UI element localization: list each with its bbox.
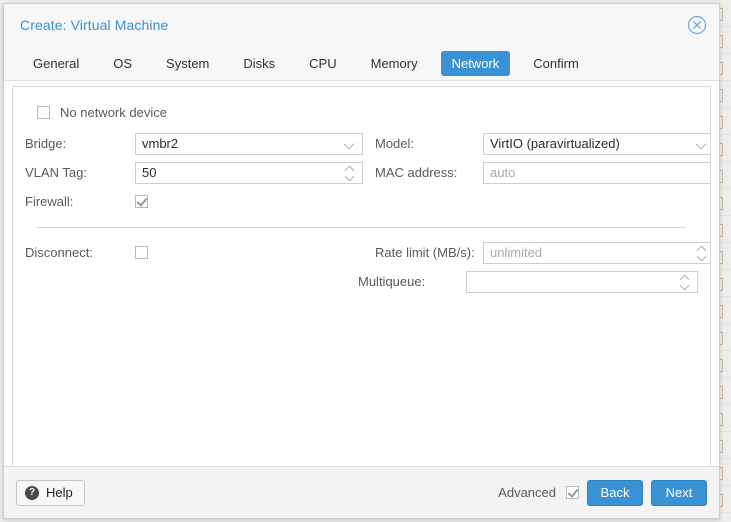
- spinner-arrows-icon[interactable]: [697, 244, 708, 262]
- create-vm-dialog: Create: Virtual Machine General OS Syste…: [3, 3, 720, 519]
- rate-limit-group: Rate limit (MB/s): unlimited: [375, 241, 710, 264]
- disconnect-label: Disconnect:: [25, 245, 93, 260]
- mac-address-placeholder: auto: [490, 164, 516, 180]
- rate-limit-placeholder: unlimited: [490, 244, 543, 260]
- tab-network[interactable]: Network: [440, 50, 511, 76]
- disconnect-group: Disconnect:: [25, 245, 363, 260]
- rate-limit-spinner[interactable]: unlimited: [483, 241, 710, 264]
- advanced-label: Advanced: [498, 485, 556, 500]
- tab-general[interactable]: General: [22, 51, 90, 76]
- chevron-down-icon[interactable]: [695, 137, 708, 150]
- tab-memory[interactable]: Memory: [360, 51, 429, 76]
- multiqueue-group: Multiqueue:: [358, 270, 698, 293]
- bridge-group: Bridge: vmbr2: [25, 132, 363, 155]
- model-group: Model: VirtIO (paravirtualized): [375, 132, 710, 155]
- multiqueue-spinner[interactable]: [466, 270, 698, 293]
- row-multiqueue: Multiqueue:: [25, 267, 698, 296]
- disconnect-checkbox-cell: [135, 246, 363, 259]
- mac-address-group: MAC address: auto: [375, 161, 710, 184]
- vlan-tag-spinner[interactable]: 50: [135, 161, 363, 184]
- next-button[interactable]: Next: [651, 479, 707, 506]
- bridge-label: Bridge:: [25, 136, 67, 151]
- section-divider: [37, 227, 686, 228]
- mac-address-label: MAC address:: [375, 165, 458, 180]
- back-button[interactable]: Back: [587, 479, 643, 506]
- help-button[interactable]: ? Help: [16, 479, 85, 506]
- firewall-label: Firewall:: [25, 194, 74, 209]
- multiqueue-label: Multiqueue:: [358, 274, 426, 289]
- dialog-titlebar: Create: Virtual Machine: [4, 4, 719, 46]
- help-button-label: Help: [46, 485, 73, 500]
- no-network-device-label: No network device: [60, 104, 167, 120]
- disconnect-checkbox[interactable]: [135, 246, 148, 259]
- close-icon[interactable]: [687, 15, 707, 35]
- footer-actions: Advanced Back Next: [498, 479, 707, 506]
- tab-confirm[interactable]: Confirm: [522, 51, 590, 76]
- row-vlan-mac: VLAN Tag: 50 MAC address: auto: [25, 158, 710, 187]
- model-combobox[interactable]: VirtIO (paravirtualized): [483, 132, 710, 155]
- tab-system[interactable]: System: [155, 51, 220, 76]
- spinner-arrows-icon[interactable]: [345, 164, 356, 182]
- dialog-footer: ? Help Advanced Back Next: [4, 466, 719, 518]
- dialog-title: Create: Virtual Machine: [20, 17, 169, 33]
- tab-disks[interactable]: Disks: [232, 51, 286, 76]
- chevron-down-icon[interactable]: [343, 137, 356, 150]
- network-settings-panel: No network device Bridge: vmbr2 Model: V…: [12, 86, 711, 466]
- vlan-tag-value: 50: [142, 164, 157, 180]
- row-firewall: Firewall:: [25, 187, 698, 216]
- firewall-checkbox[interactable]: [135, 195, 148, 208]
- no-network-device-checkbox[interactable]: [37, 105, 50, 119]
- vlan-tag-group: VLAN Tag: 50: [25, 161, 363, 184]
- question-mark-icon: ?: [25, 485, 39, 500]
- bridge-combobox[interactable]: vmbr2: [135, 132, 363, 155]
- model-label: Model:: [375, 136, 415, 151]
- rate-limit-label: Rate limit (MB/s):: [375, 245, 475, 260]
- row-bridge-model: Bridge: vmbr2 Model: VirtIO (paravirtual…: [25, 129, 710, 158]
- bridge-value: vmbr2: [142, 135, 179, 151]
- tab-os[interactable]: OS: [102, 51, 143, 76]
- tab-bar: General OS System Disks CPU Memory Netwo…: [4, 46, 719, 81]
- no-network-device-row: No network device: [25, 99, 698, 125]
- model-value: VirtIO (paravirtualized): [490, 135, 620, 151]
- network-form: No network device Bridge: vmbr2 Model: V…: [13, 87, 710, 296]
- vlan-tag-label: VLAN Tag:: [25, 165, 87, 180]
- mac-address-input[interactable]: auto: [483, 161, 710, 184]
- tab-cpu[interactable]: CPU: [298, 51, 347, 76]
- row-disconnect-ratelimit: Disconnect: Rate limit (MB/s): unlimited: [25, 238, 710, 267]
- spinner-arrows-icon[interactable]: [680, 273, 691, 291]
- firewall-group: Firewall:: [25, 194, 363, 209]
- advanced-checkbox[interactable]: [566, 486, 579, 499]
- firewall-checkbox-cell: [135, 195, 363, 208]
